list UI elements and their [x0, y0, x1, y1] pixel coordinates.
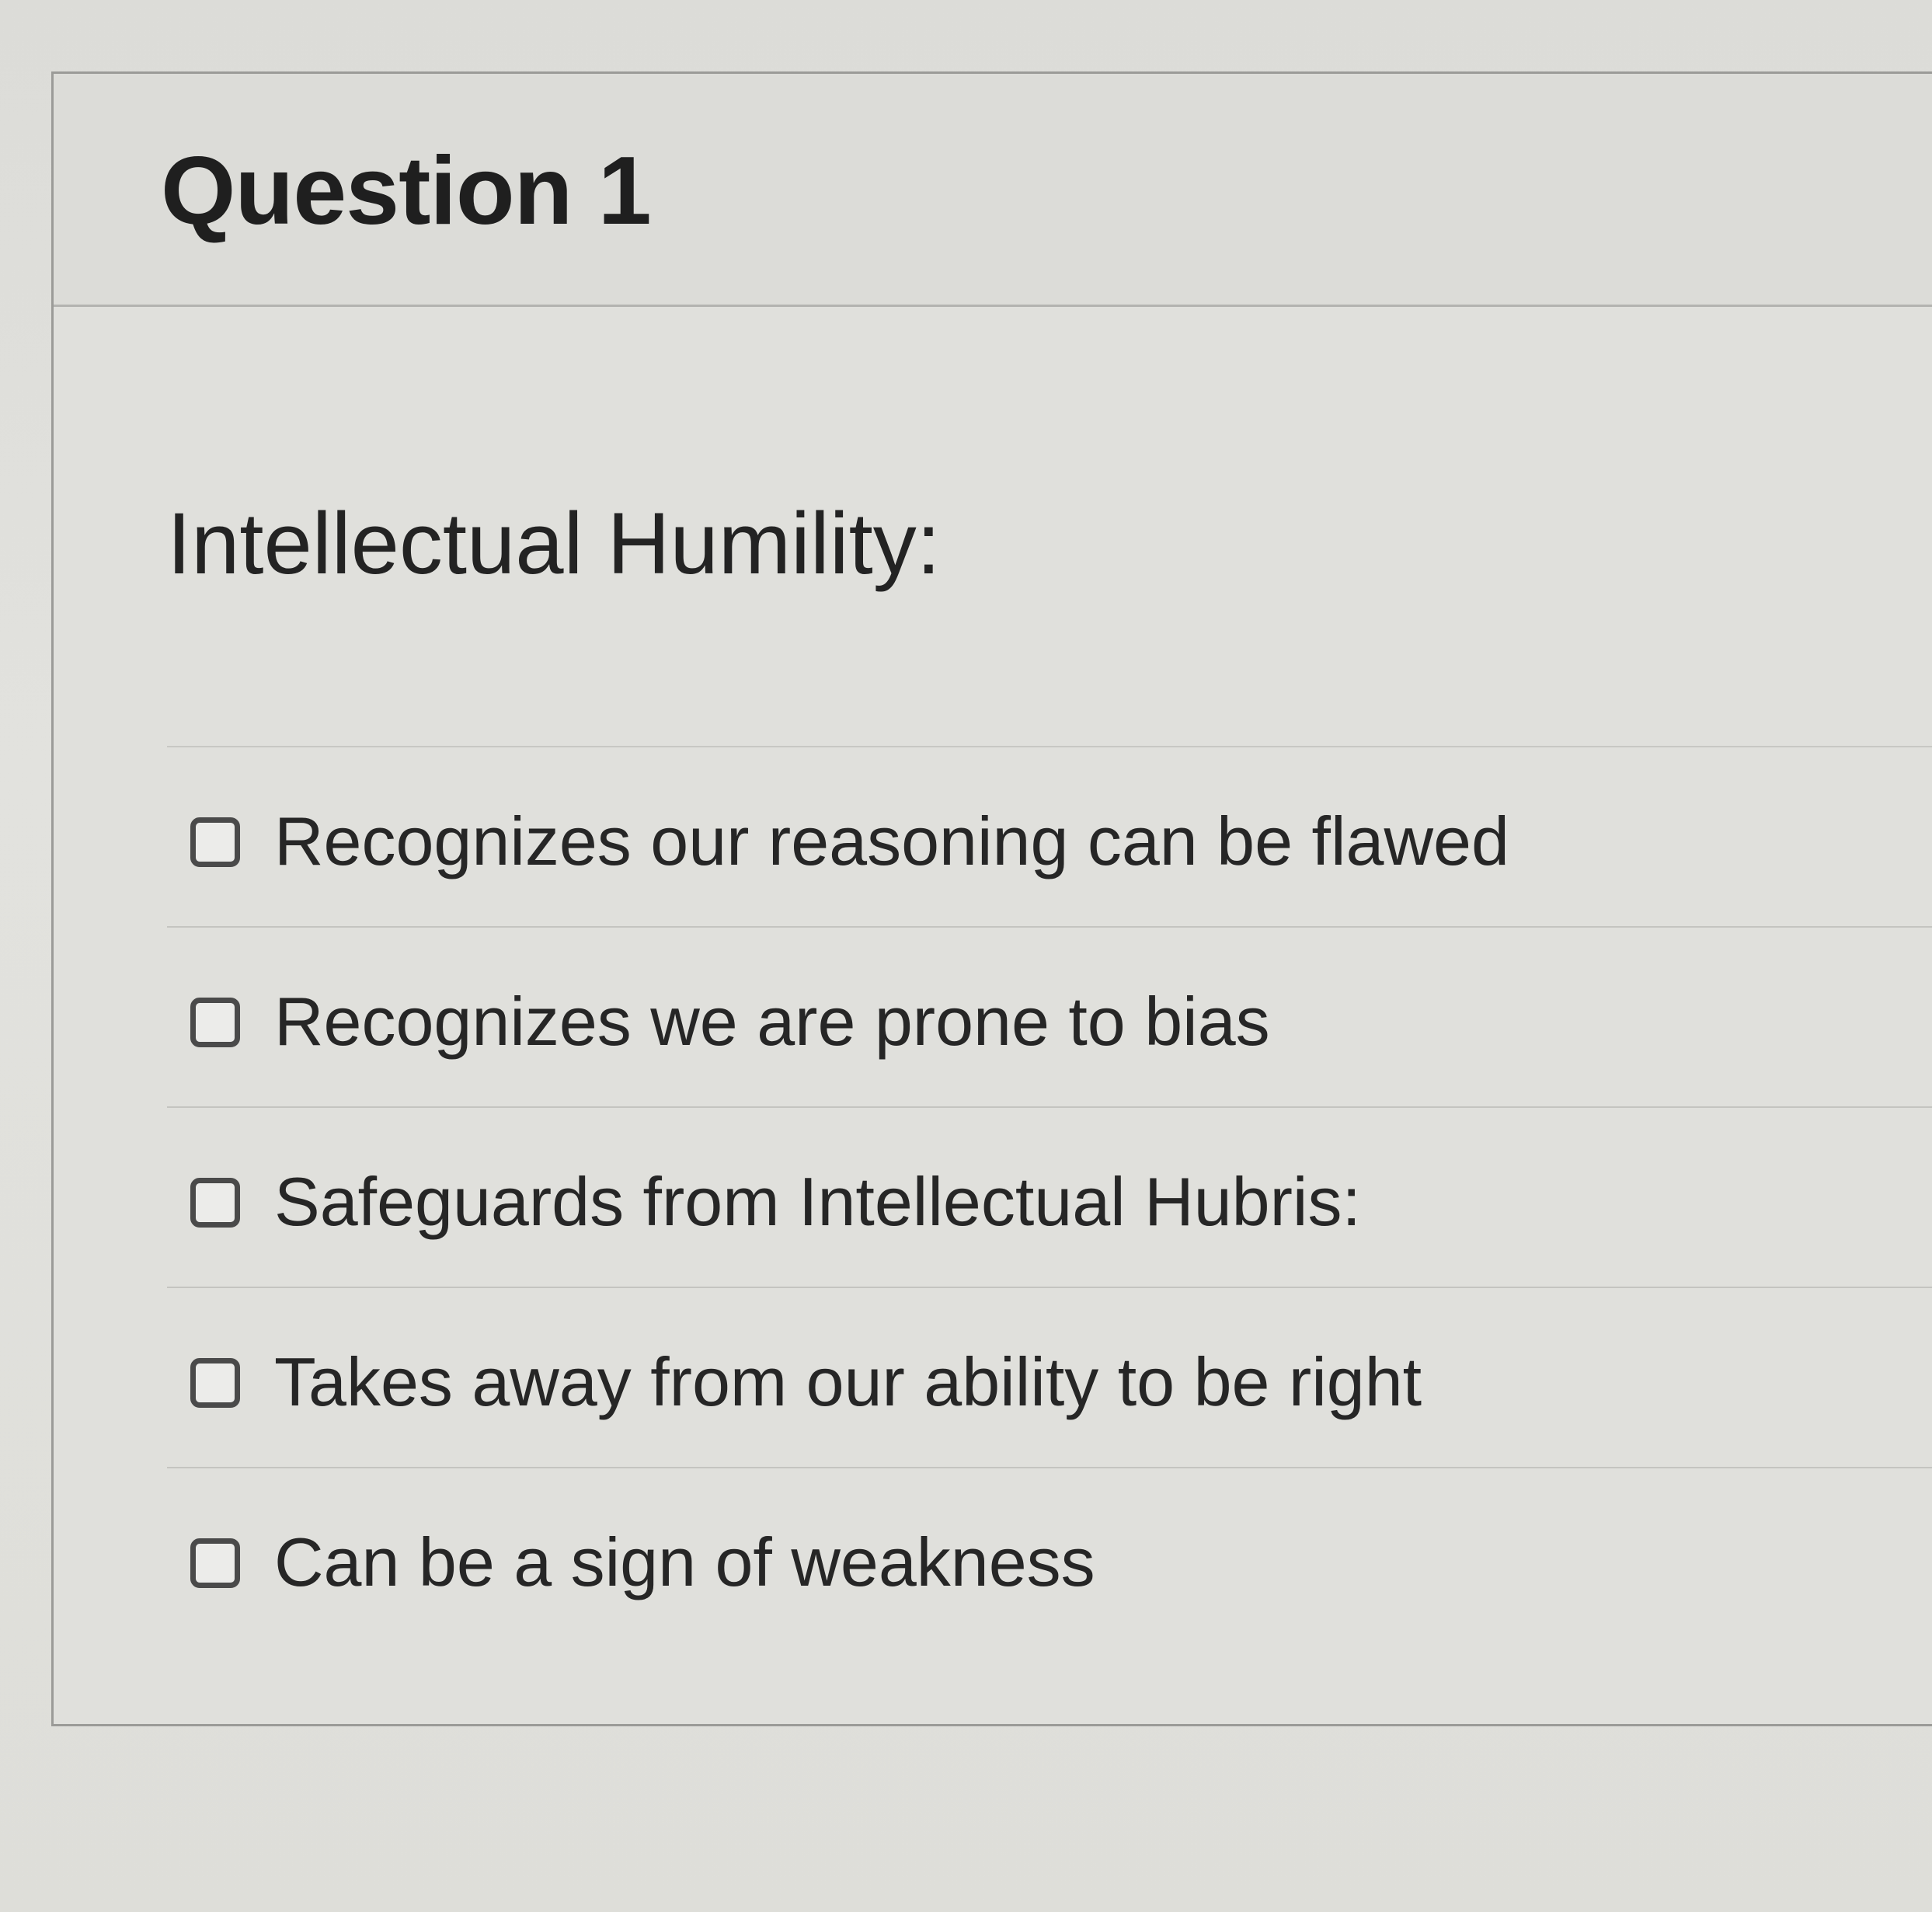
answer-option[interactable]: Can be a sign of weakness: [167, 1468, 1932, 1649]
answer-list: Recognizes our reasoning can be flawed R…: [167, 746, 1932, 1649]
answer-checkbox[interactable]: [190, 1178, 240, 1228]
answer-label[interactable]: Recognizes our reasoning can be flawed: [274, 802, 1509, 881]
answer-label[interactable]: Safeguards from Intellectual Hubris:: [274, 1162, 1361, 1242]
answer-checkbox[interactable]: [190, 1358, 240, 1408]
answer-option[interactable]: Takes away from our ability to be right: [167, 1288, 1932, 1468]
answer-checkbox[interactable]: [190, 1538, 240, 1588]
question-title: Question 1: [161, 138, 652, 245]
question-header: Question 1: [54, 74, 1932, 307]
answer-checkbox[interactable]: [190, 817, 240, 867]
answer-label[interactable]: Recognizes we are prone to bias: [274, 982, 1270, 1061]
question-prompt: Intellectual Humility:: [167, 495, 941, 592]
answer-checkbox[interactable]: [190, 998, 240, 1047]
quiz-page: Question 1 Intellectual Humility: Recogn…: [0, 0, 1932, 1912]
answer-option[interactable]: Recognizes our reasoning can be flawed: [167, 747, 1932, 928]
answer-label[interactable]: Takes away from our ability to be right: [274, 1343, 1422, 1422]
answer-option[interactable]: Recognizes we are prone to bias: [167, 928, 1932, 1108]
question-card: Question 1 Intellectual Humility: Recogn…: [51, 71, 1932, 1726]
question-body: Intellectual Humility: Recognizes our re…: [54, 307, 1932, 1726]
answer-label[interactable]: Can be a sign of weakness: [274, 1523, 1095, 1602]
answer-option[interactable]: Safeguards from Intellectual Hubris:: [167, 1108, 1932, 1288]
